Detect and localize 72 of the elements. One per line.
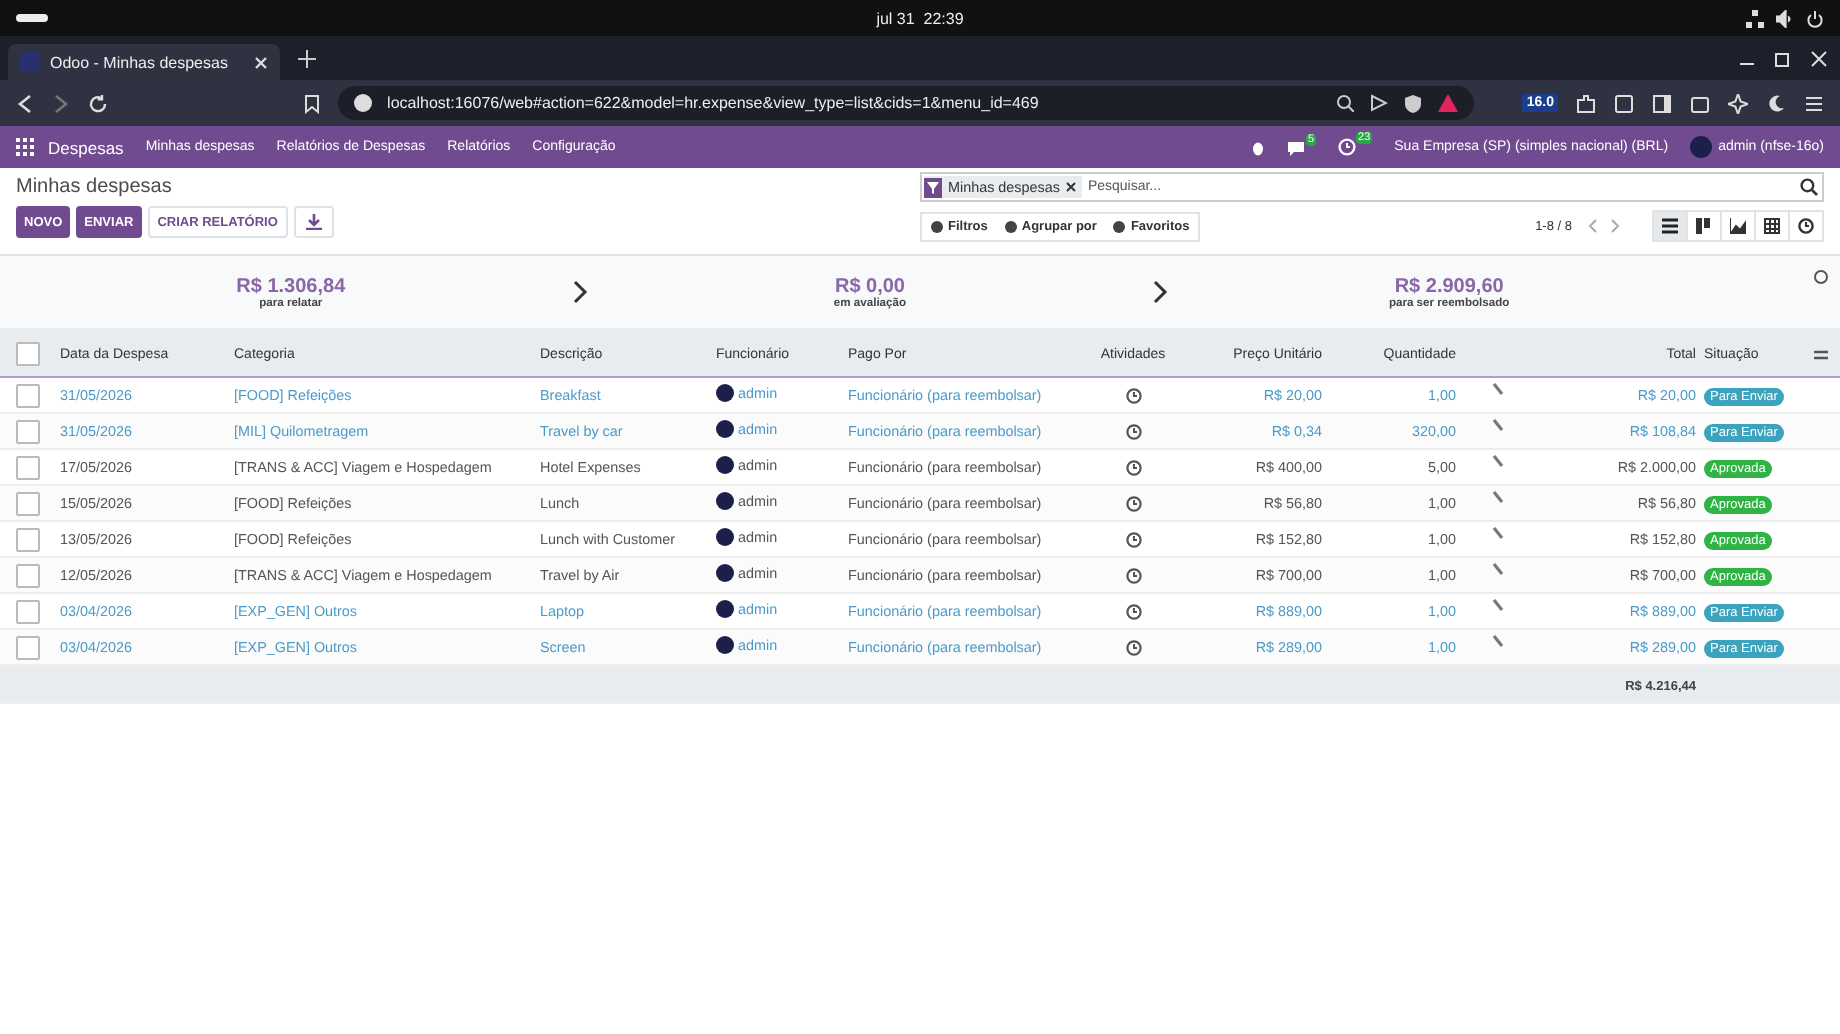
clock-icon[interactable] [1125,387,1141,403]
page-title: Minhas despesas [16,176,174,198]
option-icon [1003,219,1018,233]
clock-icon[interactable] [1125,423,1141,439]
remove-facet-icon[interactable] [1065,182,1076,192]
app-name[interactable]: Despesas [48,137,124,157]
sidebar-icon[interactable] [1652,93,1672,113]
browser-tab[interactable]: Odoo - Minhas despesas [8,44,280,80]
shield-icon[interactable] [1404,93,1423,113]
speaker-icon[interactable] [1776,9,1794,27]
column-settings-icon[interactable] [1814,347,1828,361]
activity-view-icon [1798,218,1814,234]
power-icon[interactable] [1806,9,1824,27]
pivot-view-icon [1764,218,1780,234]
row-checkbox[interactable] [16,383,40,407]
back-icon[interactable] [16,93,34,113]
address-field[interactable]: localhost:16076/web#action=622&model=hr.expense&view_type=list&cids=1&menu_id=469 [337,86,1475,120]
close-tab-icon[interactable] [254,55,268,69]
kanban-view-button[interactable] [1686,210,1722,242]
select-all-checkbox[interactable] [16,342,40,366]
send-icon[interactable] [1370,94,1389,112]
summary-amount: R$ 0,00 [832,275,907,297]
list-view-icon [1662,218,1678,234]
row-checkbox[interactable] [16,635,40,659]
clock-icon[interactable] [1125,567,1141,583]
row-checkbox[interactable] [16,599,40,623]
clock-icon[interactable] [1125,531,1141,547]
triangle-icon[interactable] [1438,94,1459,112]
bookmark-icon[interactable] [303,93,320,113]
forward-icon[interactable] [52,93,70,113]
new-tab-icon[interactable] [298,49,316,67]
chevron-right-icon [1151,280,1168,304]
summary-amount: R$ 2.909,60 [1392,275,1506,297]
moon-icon[interactable] [1766,93,1786,113]
clock-icon[interactable] [1125,639,1141,655]
clock-icon[interactable] [1125,603,1141,619]
zoom-icon[interactable] [1336,94,1355,112]
search-icon[interactable] [1800,178,1818,196]
odoo-favicon-icon [20,52,40,72]
summary-amount: R$ 1.306,84 [234,275,348,297]
kanban-view-icon [1696,218,1712,234]
list-view-button[interactable] [1652,210,1688,242]
screenshot-icon[interactable] [1614,93,1634,113]
row-checkbox[interactable] [16,455,40,479]
option-icon [930,219,944,233]
clock-icon[interactable] [1125,495,1141,511]
reload-icon[interactable] [88,93,108,113]
graph-view-button[interactable] [1720,210,1756,242]
chat-icon[interactable] [1287,139,1306,155]
row-checkbox[interactable] [16,491,40,515]
clock-text: jul 31 22:39 [874,9,966,27]
close-window-icon[interactable] [1810,49,1828,67]
filter-icon [924,177,942,197]
chevron-right-icon [572,280,589,304]
row-checkbox[interactable] [16,527,40,551]
apps-grid-icon[interactable] [16,138,34,156]
pivot-view-button[interactable] [1754,210,1790,242]
sparkle-icon[interactable] [1728,93,1748,113]
activity-view-button[interactable] [1788,210,1824,242]
clock-icon[interactable] [1125,459,1141,475]
row-checkbox[interactable] [16,563,40,587]
option-icon [1112,219,1127,233]
menu-icon[interactable] [1804,93,1824,113]
restore-icon[interactable] [1774,49,1792,67]
download-button[interactable] [293,206,334,238]
row-checkbox[interactable] [16,419,40,443]
network-icon[interactable] [1746,9,1764,27]
graph-view-icon [1730,218,1746,234]
activities-pill[interactable] [16,14,48,22]
puzzle-icon[interactable] [1576,93,1596,113]
wallet-icon[interactable] [1690,93,1710,113]
download-icon [305,214,322,230]
